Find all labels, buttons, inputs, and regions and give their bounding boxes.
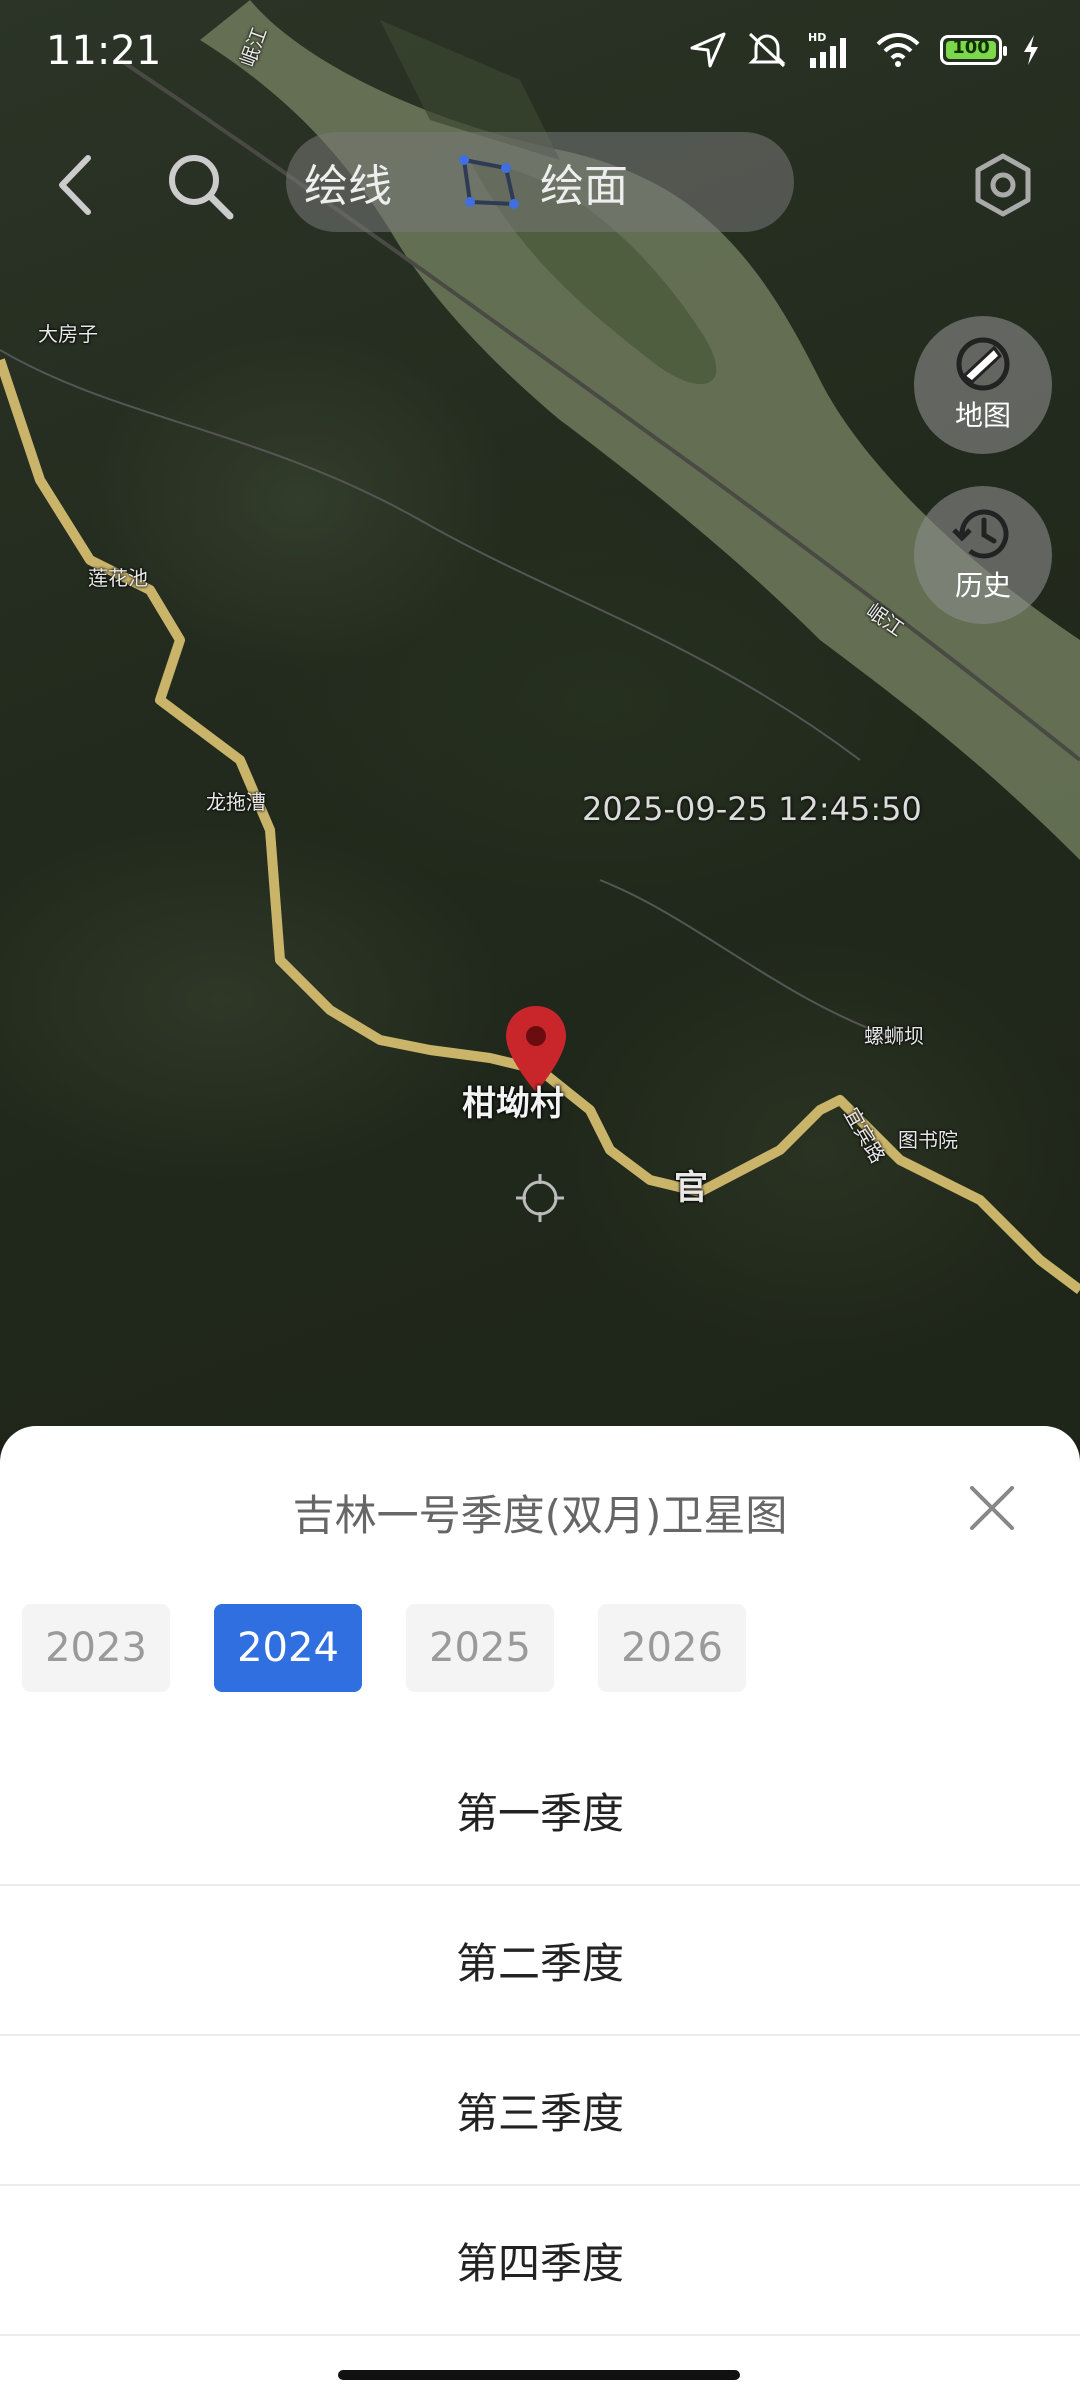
place-label: 莲花池	[88, 566, 148, 590]
history-button[interactable]: 历史	[914, 486, 1052, 624]
season-list: 第一季度 第二季度 第三季度 第四季度	[0, 1736, 1080, 2336]
status-bar: 11:21 HD 100	[0, 0, 1080, 100]
place-label: 龙拖漕	[206, 790, 266, 814]
year-tabs: 2023 2024 2025 2026	[22, 1604, 746, 1692]
battery-icon: 100	[940, 35, 1007, 65]
signal-icon: HD	[808, 31, 846, 68]
place-label: 螺蛳坝	[864, 1024, 924, 1048]
place-label: 图书院	[898, 1128, 958, 1152]
minor-road	[599, 879, 901, 1041]
year-tab-2024[interactable]: 2024	[214, 1604, 362, 1692]
season-item-q1[interactable]: 第一季度	[0, 1736, 1080, 1886]
year-tab-2023[interactable]: 2023	[22, 1604, 170, 1692]
navigation-arrow-icon	[690, 32, 726, 68]
wifi-icon	[876, 33, 920, 67]
imagery-timestamp: 2025-09-25 12:45:50	[582, 790, 922, 828]
draw-toolbar: 绘线 绘面	[286, 132, 794, 232]
search-icon[interactable]	[160, 146, 240, 226]
back-icon[interactable]	[48, 150, 108, 220]
home-indicator[interactable]	[338, 2370, 740, 2380]
pin-label: 柑坳村	[462, 1084, 564, 1124]
mute-icon	[748, 32, 786, 68]
draw-line-button[interactable]: 绘线	[304, 150, 392, 214]
season-item-q4[interactable]: 第四季度	[0, 2186, 1080, 2336]
season-item-q2[interactable]: 第二季度	[0, 1886, 1080, 2036]
imagery-picker-sheet: 吉林一号季度(双月)卫星图 2023 2024 2025 2026 第一季度 第…	[0, 1426, 1080, 2400]
year-tab-2025[interactable]: 2025	[406, 1604, 554, 1692]
crosshair-icon[interactable]	[514, 1172, 566, 1224]
draw-line-label: 绘线	[304, 161, 392, 212]
map-layer-label: 地图	[954, 399, 1011, 432]
close-icon[interactable]	[964, 1480, 1020, 1536]
sheet-title: 吉林一号季度(双月)卫星图	[292, 1491, 788, 1540]
svg-text:HD: HD	[808, 31, 826, 44]
settings-icon[interactable]	[968, 150, 1038, 220]
season-item-q3[interactable]: 第三季度	[0, 2036, 1080, 2186]
battery-level: 100	[952, 37, 990, 58]
polygon-icon	[459, 155, 519, 209]
place-label: 大房子	[38, 322, 98, 346]
map-layer-icon	[956, 337, 1010, 391]
history-icon	[952, 509, 1009, 559]
status-icons: HD 100	[688, 30, 1042, 70]
draw-area-label: 绘面	[540, 161, 628, 212]
map-layer-button[interactable]: 地图	[914, 316, 1052, 454]
draw-area-button[interactable]: 绘面	[456, 150, 628, 214]
history-label: 历史	[954, 569, 1011, 602]
status-time: 11:21	[46, 28, 162, 74]
charging-icon	[1024, 35, 1038, 65]
year-tab-2026[interactable]: 2026	[598, 1604, 746, 1692]
road-label: 官	[674, 1168, 708, 1208]
